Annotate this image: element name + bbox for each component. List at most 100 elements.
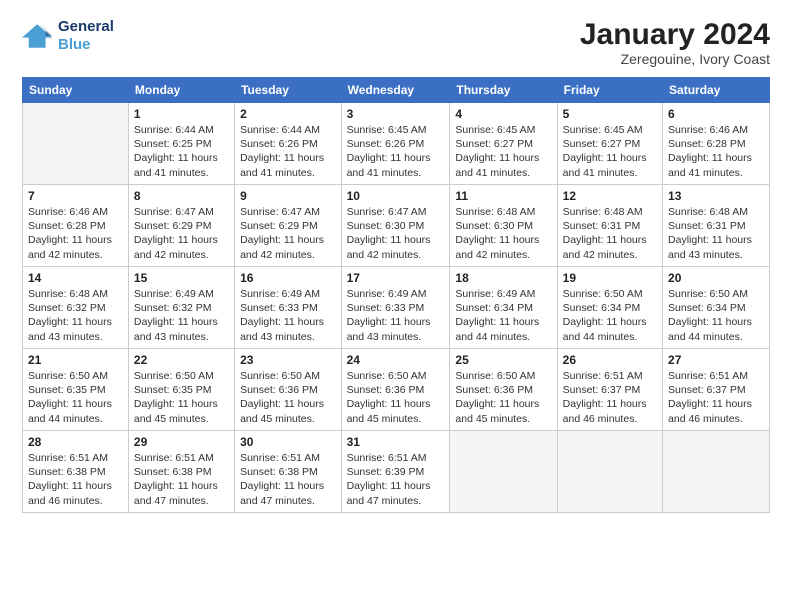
calendar-day-header: Friday: [557, 78, 662, 103]
calendar-cell: 17 Sunrise: 6:49 AM Sunset: 6:33 PM Dayli…: [341, 267, 450, 349]
day-number: 14: [28, 271, 123, 285]
day-detail: Sunrise: 6:47 AM Sunset: 6:29 PM Dayligh…: [240, 205, 335, 262]
calendar-cell: 23 Sunrise: 6:50 AM Sunset: 6:36 PM Dayli…: [235, 349, 341, 431]
day-number: 30: [240, 435, 335, 449]
calendar-cell: 15Sunrise: 6:49 AM Sunset: 6:32 PM Dayli…: [128, 267, 234, 349]
day-detail: Sunrise: 6:50 AM Sunset: 6:35 PM Dayligh…: [134, 369, 229, 426]
day-number: 1: [134, 107, 229, 121]
day-detail: Sunrise: 6:51 AM Sunset: 6:39 PM Dayligh…: [347, 451, 445, 508]
calendar-cell: 12 Sunrise: 6:48 AM Sunset: 6:31 PM Dayli…: [557, 185, 662, 267]
calendar-week-row: 21 Sunrise: 6:50 AM Sunset: 6:35 PM Dayli…: [23, 349, 770, 431]
calendar-cell: 1 Sunrise: 6:44 AM Sunset: 6:25 PM Daylig…: [128, 103, 234, 185]
day-detail: Sunrise: 6:47 AM Sunset: 6:29 PM Dayligh…: [134, 205, 229, 262]
calendar-day-header: Sunday: [23, 78, 129, 103]
calendar-cell: 16 Sunrise: 6:49 AM Sunset: 6:33 PM Dayli…: [235, 267, 341, 349]
day-number: 23: [240, 353, 335, 367]
day-detail: Sunrise: 6:50 AM Sunset: 6:35 PM Dayligh…: [28, 369, 123, 426]
day-number: 27: [668, 353, 764, 367]
day-detail: Sunrise: 6:50 AM Sunset: 6:34 PM Dayligh…: [563, 287, 657, 344]
calendar-cell: 10Sunrise: 6:47 AM Sunset: 6:30 PM Dayli…: [341, 185, 450, 267]
day-number: 2: [240, 107, 335, 121]
day-number: 26: [563, 353, 657, 367]
title-block: January 2024 Zeregouine, Ivory Coast: [580, 18, 770, 67]
header: General Blue January 2024 Zeregouine, Iv…: [22, 18, 770, 67]
day-detail: Sunrise: 6:51 AM Sunset: 6:37 PM Dayligh…: [563, 369, 657, 426]
calendar-cell: 20Sunrise: 6:50 AM Sunset: 6:34 PM Dayli…: [663, 267, 770, 349]
day-number: 11: [455, 189, 551, 203]
day-detail: Sunrise: 6:49 AM Sunset: 6:34 PM Dayligh…: [455, 287, 551, 344]
day-number: 28: [28, 435, 123, 449]
calendar-week-row: 14 Sunrise: 6:48 AM Sunset: 6:32 PM Dayli…: [23, 267, 770, 349]
day-number: 21: [28, 353, 123, 367]
day-detail: Sunrise: 6:45 AM Sunset: 6:27 PM Dayligh…: [455, 123, 551, 180]
calendar-cell: 26 Sunrise: 6:51 AM Sunset: 6:37 PM Dayli…: [557, 349, 662, 431]
day-number: 12: [563, 189, 657, 203]
day-number: 17: [347, 271, 445, 285]
day-number: 24: [347, 353, 445, 367]
calendar-cell: 3Sunrise: 6:45 AM Sunset: 6:26 PM Daylig…: [341, 103, 450, 185]
day-number: 25: [455, 353, 551, 367]
day-detail: Sunrise: 6:51 AM Sunset: 6:38 PM Dayligh…: [28, 451, 123, 508]
logo-text: General Blue: [58, 18, 114, 54]
day-number: 22: [134, 353, 229, 367]
day-number: 3: [347, 107, 445, 121]
day-detail: Sunrise: 6:51 AM Sunset: 6:37 PM Dayligh…: [668, 369, 764, 426]
calendar-day-header: Thursday: [450, 78, 557, 103]
day-detail: Sunrise: 6:48 AM Sunset: 6:31 PM Dayligh…: [563, 205, 657, 262]
calendar-cell: [23, 103, 129, 185]
calendar-day-header: Wednesday: [341, 78, 450, 103]
calendar-day-header: Tuesday: [235, 78, 341, 103]
day-number: 5: [563, 107, 657, 121]
calendar-cell: 21 Sunrise: 6:50 AM Sunset: 6:35 PM Dayli…: [23, 349, 129, 431]
day-number: 20: [668, 271, 764, 285]
calendar-week-row: 28 Sunrise: 6:51 AM Sunset: 6:38 PM Dayli…: [23, 431, 770, 513]
calendar-cell: 24 Sunrise: 6:50 AM Sunset: 6:36 PM Dayli…: [341, 349, 450, 431]
day-detail: Sunrise: 6:50 AM Sunset: 6:36 PM Dayligh…: [455, 369, 551, 426]
page: General Blue January 2024 Zeregouine, Iv…: [0, 0, 792, 612]
day-number: 18: [455, 271, 551, 285]
day-number: 16: [240, 271, 335, 285]
calendar-day-header: Saturday: [663, 78, 770, 103]
day-detail: Sunrise: 6:49 AM Sunset: 6:33 PM Dayligh…: [240, 287, 335, 344]
calendar-cell: 13 Sunrise: 6:48 AM Sunset: 6:31 PM Dayli…: [663, 185, 770, 267]
calendar-cell: 2 Sunrise: 6:44 AM Sunset: 6:26 PM Daylig…: [235, 103, 341, 185]
calendar-day-header: Monday: [128, 78, 234, 103]
day-detail: Sunrise: 6:51 AM Sunset: 6:38 PM Dayligh…: [240, 451, 335, 508]
day-number: 13: [668, 189, 764, 203]
logo-icon: [22, 22, 54, 50]
day-number: 4: [455, 107, 551, 121]
calendar-cell: 22 Sunrise: 6:50 AM Sunset: 6:35 PM Dayli…: [128, 349, 234, 431]
day-number: 9: [240, 189, 335, 203]
calendar-cell: 8 Sunrise: 6:47 AM Sunset: 6:29 PM Daylig…: [128, 185, 234, 267]
month-title: January 2024: [580, 18, 770, 51]
location: Zeregouine, Ivory Coast: [580, 51, 770, 67]
calendar-cell: 27 Sunrise: 6:51 AM Sunset: 6:37 PM Dayli…: [663, 349, 770, 431]
calendar-cell: [663, 431, 770, 513]
day-detail: Sunrise: 6:48 AM Sunset: 6:30 PM Dayligh…: [455, 205, 551, 262]
calendar-cell: 29Sunrise: 6:51 AM Sunset: 6:38 PM Dayli…: [128, 431, 234, 513]
calendar-week-row: 1 Sunrise: 6:44 AM Sunset: 6:25 PM Daylig…: [23, 103, 770, 185]
calendar-cell: [450, 431, 557, 513]
calendar-header-row: SundayMondayTuesdayWednesdayThursdayFrid…: [23, 78, 770, 103]
day-number: 6: [668, 107, 764, 121]
calendar: SundayMondayTuesdayWednesdayThursdayFrid…: [22, 77, 770, 513]
day-detail: Sunrise: 6:49 AM Sunset: 6:33 PM Dayligh…: [347, 287, 445, 344]
calendar-cell: [557, 431, 662, 513]
day-detail: Sunrise: 6:48 AM Sunset: 6:32 PM Dayligh…: [28, 287, 123, 344]
calendar-cell: 18 Sunrise: 6:49 AM Sunset: 6:34 PM Dayli…: [450, 267, 557, 349]
day-detail: Sunrise: 6:47 AM Sunset: 6:30 PM Dayligh…: [347, 205, 445, 262]
day-number: 15: [134, 271, 229, 285]
day-detail: Sunrise: 6:50 AM Sunset: 6:36 PM Dayligh…: [347, 369, 445, 426]
calendar-cell: 11 Sunrise: 6:48 AM Sunset: 6:30 PM Dayli…: [450, 185, 557, 267]
day-detail: Sunrise: 6:44 AM Sunset: 6:25 PM Dayligh…: [134, 123, 229, 180]
day-number: 8: [134, 189, 229, 203]
day-number: 19: [563, 271, 657, 285]
calendar-cell: 7Sunrise: 6:46 AM Sunset: 6:28 PM Daylig…: [23, 185, 129, 267]
day-number: 31: [347, 435, 445, 449]
day-detail: Sunrise: 6:50 AM Sunset: 6:36 PM Dayligh…: [240, 369, 335, 426]
calendar-cell: 31 Sunrise: 6:51 AM Sunset: 6:39 PM Dayli…: [341, 431, 450, 513]
day-detail: Sunrise: 6:48 AM Sunset: 6:31 PM Dayligh…: [668, 205, 764, 262]
day-detail: Sunrise: 6:46 AM Sunset: 6:28 PM Dayligh…: [668, 123, 764, 180]
day-detail: Sunrise: 6:44 AM Sunset: 6:26 PM Dayligh…: [240, 123, 335, 180]
day-detail: Sunrise: 6:45 AM Sunset: 6:27 PM Dayligh…: [563, 123, 657, 180]
